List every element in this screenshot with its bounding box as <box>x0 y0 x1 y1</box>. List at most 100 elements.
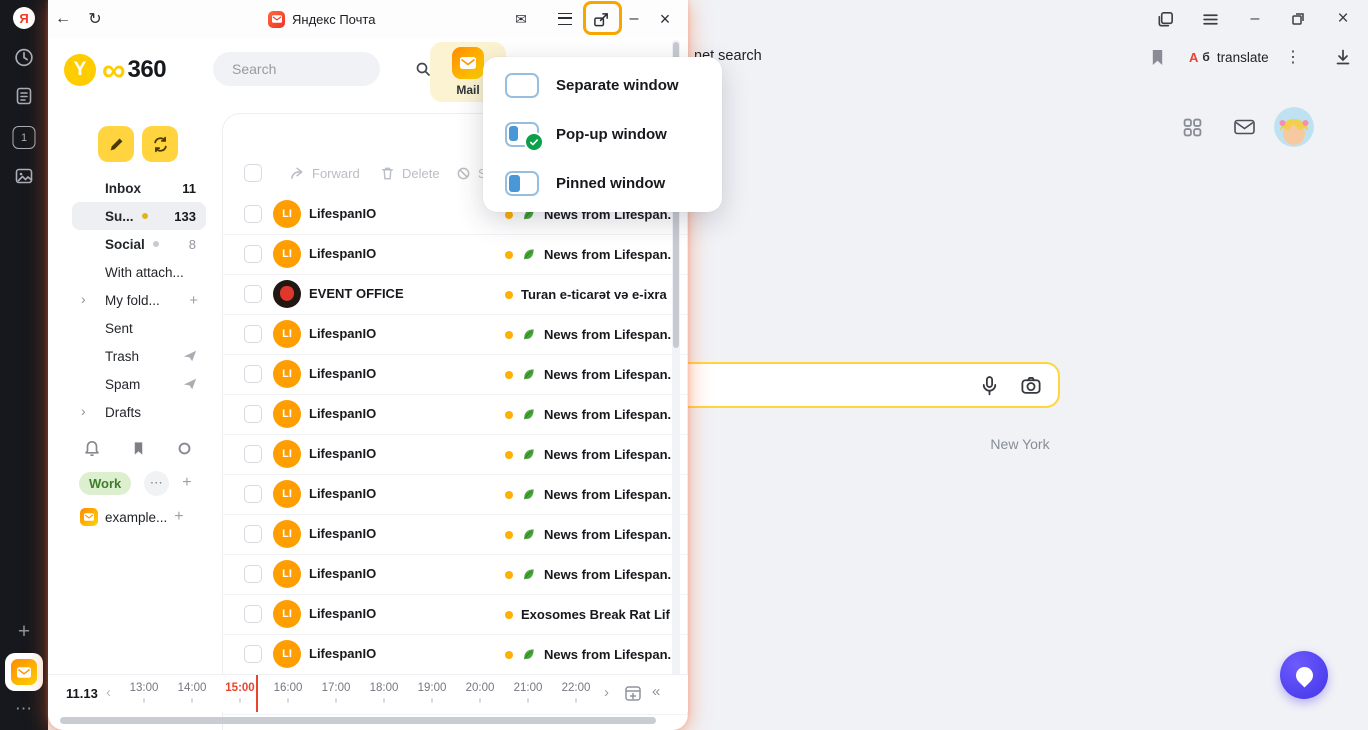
email-row[interactable]: LI LifespanIO News from Lifespan. <box>223 395 687 435</box>
image-search-icon[interactable] <box>1020 375 1042 396</box>
folder-item[interactable]: Inbox 11 <box>72 174 206 202</box>
popup-close-button[interactable]: × <box>651 5 679 33</box>
add-label-button[interactable]: + <box>182 474 191 492</box>
email-row[interactable]: LI LifespanIO News from Lifespan. <box>223 555 687 595</box>
reload-button[interactable]: ↻ <box>81 5 109 33</box>
email-row[interactable]: LI LifespanIO News from Lifespan. <box>223 235 687 275</box>
select-all-checkbox[interactable] <box>244 164 262 182</box>
sender-name: EVENT OFFICE <box>309 286 484 301</box>
history-clock-icon[interactable] <box>14 47 35 68</box>
email-row[interactable]: LI LifespanIO News from Lifespan. <box>223 435 687 475</box>
account-row[interactable]: example... + <box>80 504 194 530</box>
download-icon[interactable] <box>1329 43 1357 71</box>
folder-label: With attach... <box>105 265 184 280</box>
chevron-right-icon[interactable]: › <box>81 291 86 307</box>
bookmark-flag-icon[interactable] <box>1143 43 1171 71</box>
row-checkbox[interactable] <box>244 245 262 263</box>
folder-item[interactable]: Social 8 <box>72 230 206 258</box>
voice-search-icon[interactable] <box>979 375 1000 397</box>
folder-item[interactable]: Su... 133 <box>72 202 206 230</box>
email-row[interactable]: EVENT OFFICE Turan e-ticarət və e-ixra <box>223 275 687 315</box>
add-folder-icon[interactable]: + <box>189 292 198 309</box>
row-checkbox[interactable] <box>244 365 262 383</box>
empty-folder-icon[interactable] <box>183 377 197 391</box>
chevron-right-icon[interactable]: › <box>81 403 86 419</box>
tab-counter-icon[interactable]: 1 <box>13 126 36 149</box>
row-checkbox[interactable] <box>244 325 262 343</box>
timeline-next-icon[interactable]: › <box>604 684 609 701</box>
new-event-icon[interactable] <box>624 684 642 702</box>
titlebar-mail-icon[interactable]: ✉ <box>507 5 535 33</box>
sender-name: LifespanIO <box>309 246 484 261</box>
tab-groups-icon[interactable] <box>1151 5 1179 33</box>
translate-button[interactable]: Aб translate <box>1181 43 1277 71</box>
email-row[interactable]: LI LifespanIO News from Lifespan. <box>223 635 687 675</box>
window-mode-button[interactable] <box>587 5 615 33</box>
subject-text: News from Lifespan. <box>544 567 671 582</box>
compose-button[interactable] <box>98 126 134 162</box>
menu-item[interactable]: Pop-up window <box>483 110 722 159</box>
collapse-timeline-icon[interactable]: « <box>652 683 660 700</box>
row-checkbox[interactable] <box>244 485 262 503</box>
folder-item[interactable]: Sent <box>72 314 206 342</box>
sender-name: LifespanIO <box>309 606 484 621</box>
email-row[interactable]: LI LifespanIO Exosomes Break Rat Lif <box>223 595 687 635</box>
mail-search-field[interactable] <box>213 52 380 86</box>
labels-more-button[interactable]: ⋯ <box>144 471 169 496</box>
y360-logo[interactable]: Y ∞ 360 <box>64 54 166 86</box>
email-row[interactable]: LI LifespanIO News from Lifespan. <box>223 515 687 555</box>
unread-dot <box>505 571 513 579</box>
alice-assistant-button[interactable] <box>1280 651 1328 699</box>
row-checkbox[interactable] <box>244 285 262 303</box>
reminders-bell-icon[interactable] <box>78 434 106 462</box>
window-mode-icon <box>505 73 539 98</box>
row-checkbox[interactable] <box>244 405 262 423</box>
menu-item[interactable]: Separate window <box>483 61 722 110</box>
folder-item[interactable]: › Drafts <box>72 398 206 426</box>
menu-item[interactable]: Pinned window <box>483 159 722 208</box>
notes-icon[interactable] <box>14 86 34 106</box>
dock-more-button[interactable]: ⋯ <box>15 699 33 719</box>
browser-menu-icon[interactable] <box>1196 5 1224 33</box>
user-avatar[interactable] <box>1274 107 1314 147</box>
horizontal-scrollbar[interactable] <box>60 717 656 724</box>
browser-restore-button[interactable] <box>1284 5 1312 33</box>
email-row[interactable]: LI LifespanIO News from Lifespan. <box>223 315 687 355</box>
add-account-button[interactable]: + <box>174 508 194 526</box>
back-button[interactable]: ← <box>49 5 77 33</box>
label-work[interactable]: Work <box>79 472 131 495</box>
folder-item[interactable]: Trash <box>72 342 206 370</box>
row-checkbox[interactable] <box>244 205 262 223</box>
titlebar-menu-icon[interactable] <box>551 5 579 33</box>
mail-app-dock-icon[interactable] <box>5 653 43 691</box>
folder-item[interactable]: Spam <box>72 370 206 398</box>
forward-button[interactable]: Forward <box>290 159 360 187</box>
folder-item[interactable]: With attach... <box>72 258 206 286</box>
popup-minimize-button[interactable]: – <box>620 5 648 33</box>
browser-close-button[interactable]: × <box>1329 5 1357 33</box>
empty-folder-icon[interactable] <box>183 349 197 363</box>
mail-search-input[interactable] <box>230 60 415 78</box>
email-row[interactable]: LI LifespanIO News from Lifespan. <box>223 475 687 515</box>
browser-minimize-button[interactable]: – <box>1241 5 1269 33</box>
page-mail-icon[interactable] <box>1230 113 1258 141</box>
delete-button[interactable]: Delete <box>380 159 440 187</box>
location-label[interactable]: New York <box>980 436 1060 452</box>
row-checkbox[interactable] <box>244 605 262 623</box>
row-checkbox[interactable] <box>244 525 262 543</box>
yandex-logo-icon[interactable]: Я <box>13 7 35 29</box>
folder-item[interactable]: › My fold... + <box>72 286 206 314</box>
refresh-button[interactable] <box>142 126 178 162</box>
timeline-prev-icon[interactable]: ‹ <box>106 684 111 701</box>
window-mode-icon <box>505 171 539 196</box>
toolbar-more-icon[interactable]: ⋮ <box>1281 43 1305 71</box>
dock-add-button[interactable]: + <box>18 620 30 644</box>
apps-grid-icon[interactable] <box>1178 113 1206 141</box>
important-bookmark-icon[interactable] <box>124 434 152 462</box>
gallery-icon[interactable] <box>14 166 34 186</box>
email-row[interactable]: LI LifespanIO News from Lifespan. <box>223 355 687 395</box>
row-checkbox[interactable] <box>244 645 262 663</box>
row-checkbox[interactable] <box>244 445 262 463</box>
row-checkbox[interactable] <box>244 565 262 583</box>
unread-circle-icon[interactable] <box>170 434 198 462</box>
